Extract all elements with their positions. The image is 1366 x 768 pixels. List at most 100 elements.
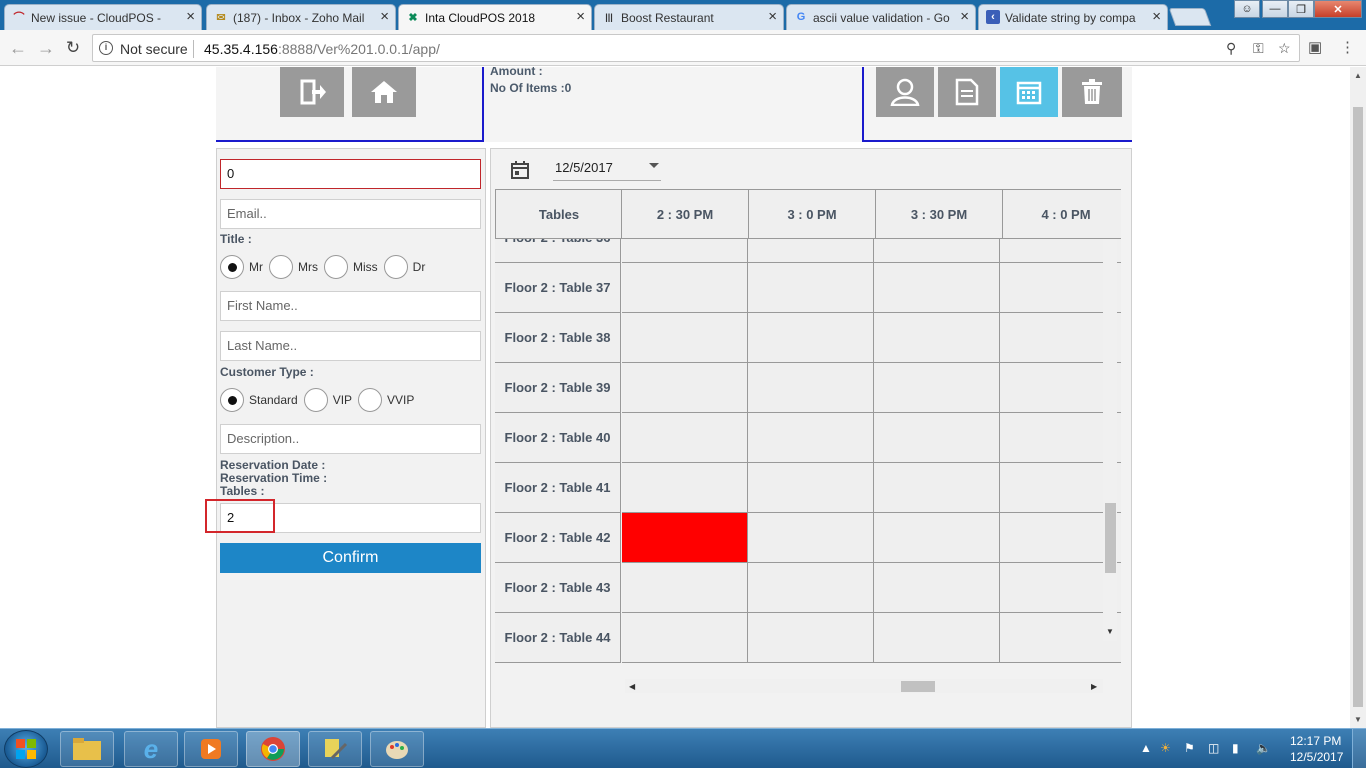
close-icon[interactable]: ×	[576, 9, 585, 25]
time-slot[interactable]	[874, 613, 1000, 663]
volume-icon[interactable]: 🔈	[1256, 741, 1271, 755]
tab-zoho-mail[interactable]: ✉ (187) - Inbox - Zoho Mail ×	[206, 4, 396, 30]
calendar-icon[interactable]	[511, 161, 529, 179]
chrome-icon[interactable]	[246, 731, 300, 767]
close-icon[interactable]: ×	[186, 9, 195, 25]
last-name-field[interactable]: Last Name..	[220, 331, 481, 361]
flag-icon[interactable]: ⚑	[1184, 741, 1195, 755]
time-slot[interactable]	[622, 263, 748, 313]
extension-icon[interactable]: ▣	[1308, 38, 1322, 56]
key-icon[interactable]: ⚿	[1253, 40, 1264, 57]
home-button[interactable]	[352, 67, 416, 117]
confirm-button[interactable]: Confirm	[220, 543, 481, 573]
logout-button[interactable]	[280, 67, 344, 117]
grid-vertical-scrollbar[interactable]: ▲ ▼	[1103, 203, 1117, 641]
time-slot[interactable]	[874, 563, 1000, 613]
scroll-thumb[interactable]	[1353, 107, 1363, 707]
phone-field[interactable]: 0	[220, 159, 481, 189]
time-slot[interactable]	[748, 513, 874, 563]
url-text[interactable]: 45.35.4.156:8888/Ver%201.0.0.1/app/	[204, 41, 440, 57]
customer-button[interactable]	[876, 67, 934, 117]
scroll-thumb[interactable]	[1105, 503, 1116, 573]
time-slot[interactable]	[748, 263, 874, 313]
scroll-up-icon[interactable]: ▲	[1354, 71, 1362, 80]
time-slot[interactable]	[748, 413, 874, 463]
show-hidden-icons[interactable]: ▲	[1140, 741, 1152, 755]
time-slot[interactable]	[622, 463, 748, 513]
chevron-down-icon[interactable]	[649, 163, 659, 168]
star-icon[interactable]: ☆	[1278, 40, 1291, 57]
menu-icon[interactable]: ⋮	[1340, 38, 1355, 56]
scroll-right-icon[interactable]: ▶	[1091, 682, 1097, 691]
description-field[interactable]: Description..	[220, 424, 481, 454]
tab-new-issue[interactable]: ⌒ New issue - CloudPOS - ×	[4, 4, 202, 30]
tab-ascii-validation[interactable]: G ascii value validation - Go ×	[786, 4, 976, 30]
clock-time[interactable]: 12:17 PM	[1290, 734, 1341, 748]
close-icon[interactable]: ×	[1152, 9, 1161, 25]
scroll-down-icon[interactable]: ▼	[1354, 715, 1362, 724]
radio-mr[interactable]	[220, 255, 244, 279]
scroll-thumb[interactable]	[901, 681, 935, 692]
zoom-icon[interactable]: ⚲	[1226, 40, 1236, 57]
user-icon[interactable]: ☺	[1234, 0, 1260, 18]
radio-standard[interactable]	[220, 388, 244, 412]
reservation-button[interactable]	[1000, 67, 1058, 117]
page-scrollbar[interactable]: ▲ ▼	[1350, 67, 1366, 728]
file-explorer-icon[interactable]	[60, 731, 114, 767]
grid-horizontal-scrollbar[interactable]: ◀ ▶	[625, 679, 1103, 693]
time-slot[interactable]	[874, 413, 1000, 463]
new-tab-button[interactable]	[1168, 8, 1212, 26]
radio-vvip[interactable]	[358, 388, 383, 412]
time-slot[interactable]	[748, 563, 874, 613]
time-slot[interactable]	[622, 613, 748, 663]
network-icon[interactable]: ▮	[1232, 741, 1239, 755]
email-field[interactable]: Email..	[220, 199, 481, 229]
time-slot[interactable]	[622, 563, 748, 613]
delete-button[interactable]	[1062, 67, 1122, 117]
time-slot[interactable]	[874, 313, 1000, 363]
app-tray-icon[interactable]: ☀	[1160, 741, 1171, 755]
close-icon[interactable]: ×	[768, 9, 777, 25]
tab-boost-restaurant[interactable]: ||| Boost Restaurant ×	[594, 4, 784, 30]
radio-miss[interactable]	[324, 255, 348, 279]
forward-button[interactable]: →	[36, 38, 56, 58]
document-button[interactable]	[938, 67, 996, 117]
show-desktop-button[interactable]	[1352, 729, 1366, 768]
radio-mrs[interactable]	[269, 255, 293, 279]
close-icon[interactable]: ×	[960, 9, 969, 25]
back-button[interactable]: ←	[8, 38, 28, 58]
internet-explorer-icon[interactable]: e	[124, 731, 178, 767]
time-slot[interactable]	[874, 363, 1000, 413]
clock-date[interactable]: 12/5/2017	[1290, 750, 1343, 764]
radio-vip[interactable]	[303, 388, 328, 412]
time-slot[interactable]	[622, 413, 748, 463]
time-slot[interactable]	[748, 313, 874, 363]
time-slot[interactable]	[748, 363, 874, 413]
time-slot[interactable]	[622, 363, 748, 413]
device-icon[interactable]: ◫	[1208, 741, 1219, 755]
info-icon[interactable]: i	[99, 41, 113, 55]
scroll-left-icon[interactable]: ◀	[629, 682, 635, 691]
tools-icon[interactable]	[308, 731, 362, 767]
time-slot[interactable]	[874, 513, 1000, 563]
time-slot[interactable]	[748, 463, 874, 513]
close-icon[interactable]: ×	[380, 9, 389, 25]
time-slot[interactable]	[748, 613, 874, 663]
address-bar[interactable]: i Not secure 45.35.4.156:8888/Ver%201.0.…	[92, 34, 1300, 62]
booked-slot[interactable]	[622, 513, 748, 563]
radio-dr[interactable]	[383, 255, 408, 279]
time-slot[interactable]	[874, 463, 1000, 513]
start-button[interactable]	[4, 730, 48, 768]
reload-button[interactable]: ↻	[63, 38, 83, 58]
date-picker[interactable]: 12/5/2017	[553, 157, 661, 181]
time-slot[interactable]	[874, 263, 1000, 313]
tab-inta-cloudpos[interactable]: ✖ Inta CloudPOS 2018 ×	[398, 4, 592, 30]
maximize-button[interactable]: ❐	[1288, 0, 1314, 18]
media-player-icon[interactable]	[184, 731, 238, 767]
tab-validate-string[interactable]: ‹ Validate string by compa ×	[978, 4, 1168, 30]
window-close-button[interactable]: ✕	[1314, 0, 1362, 18]
time-slot[interactable]	[622, 313, 748, 363]
scroll-down-icon[interactable]: ▼	[1106, 627, 1114, 636]
paint-icon[interactable]	[370, 731, 424, 767]
first-name-field[interactable]: First Name..	[220, 291, 481, 321]
